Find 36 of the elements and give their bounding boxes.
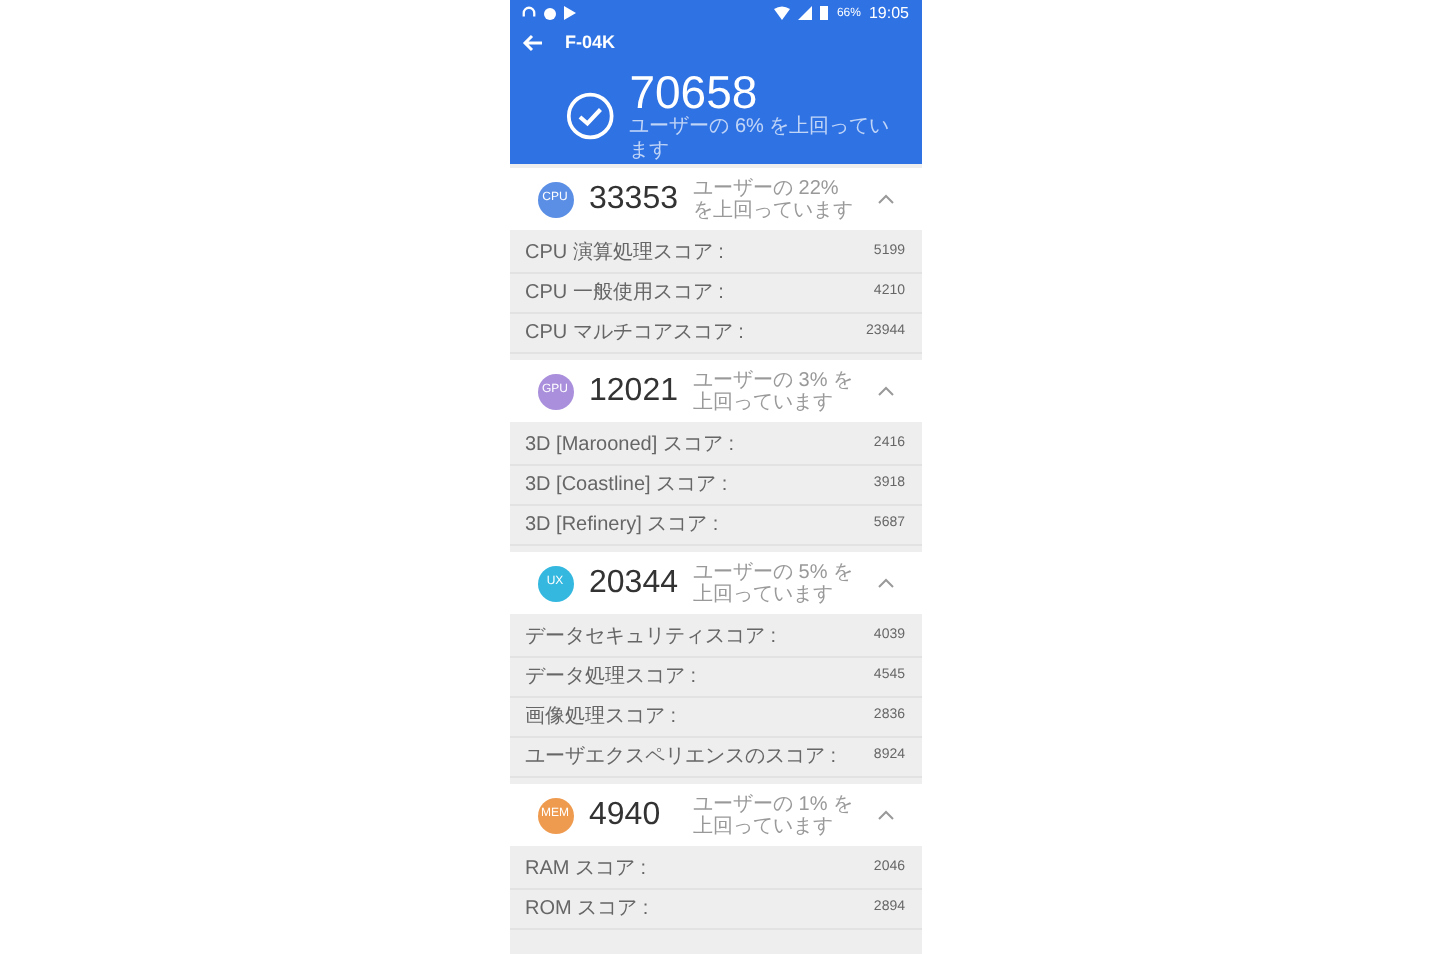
total-score: 70658 [629,68,760,116]
category-score: 20344 [589,563,677,603]
score-label: 画像処理スコア : [525,704,677,732]
play-icon [563,6,575,21]
category-note: ユーザーの 5% を上回っています [693,561,856,605]
chevron-up-icon[interactable] [877,578,893,588]
score-label: CPU 演算処理スコア : [525,239,724,268]
clock: 19:05 [868,5,909,22]
total-score-note: ユーザーの 6% を上回っています [629,116,892,164]
score-label: データセキュリティスコア : [525,624,777,652]
wifi-icon [774,6,791,21]
category-note: ユーザーの 1% を上回っています [693,793,856,837]
back-arrow-icon[interactable] [521,34,541,53]
score-label: データ処理スコア : [525,664,697,692]
score-label: 3D [Coastline] スコア : [525,472,728,500]
score-label: 3D [Marooned] スコア : [525,432,734,460]
battery-icon [820,6,829,21]
signal-icon [798,6,813,21]
chevron-up-icon[interactable] [877,194,893,204]
chevron-up-icon[interactable] [877,386,893,396]
category-note: ユーザーの 22% を上回っています [693,177,855,221]
score-label: CPU 一般使用スコア : [525,280,724,308]
category-score: 12021 [589,371,677,411]
score-label: ROM スコア : [525,896,649,924]
check-circle-icon [565,90,614,142]
chevron-up-icon[interactable] [877,810,893,820]
headphones-icon [521,6,535,21]
score-label: CPU マルチコアスコア : [525,320,744,348]
dot-icon [543,7,555,20]
score-label: RAM スコア : [525,856,647,884]
category-note: ユーザーの 3% を上回っています [693,369,856,413]
category-score: 4940 [589,795,663,835]
device-name: F-04K [565,29,616,56]
category-score: 33353 [589,179,677,219]
score-label: ユーザエクスペリエンスのスコア : [525,744,837,772]
score-label: 3D [Refinery] スコア : [525,512,719,540]
